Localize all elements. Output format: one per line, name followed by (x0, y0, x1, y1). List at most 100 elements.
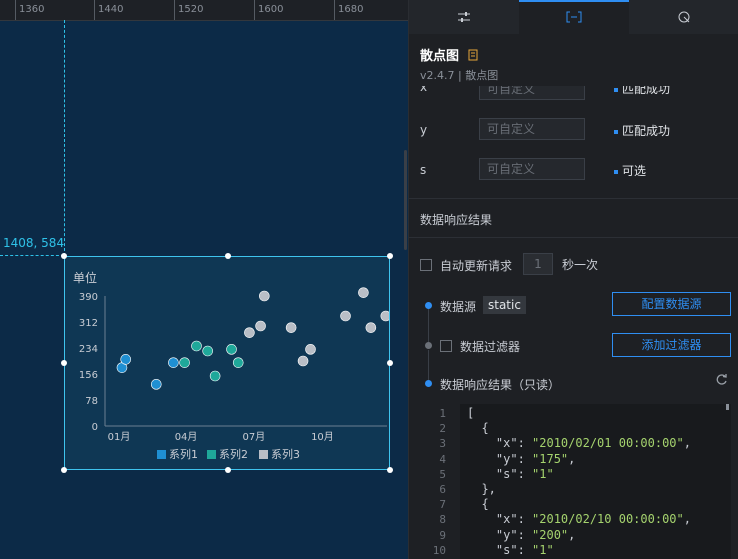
line-number-gutter: 1 2 3 4 5 6 7 8 9 10 (420, 404, 460, 559)
vertical-guide-line (64, 20, 65, 256)
line-number: 5 (439, 467, 446, 481)
field-y-status: 匹配成功 (614, 122, 670, 139)
code-line: "x": "2010/02/01 00:00:00", (467, 436, 691, 451)
scatter-point-3 (305, 344, 316, 355)
x-tick-label: 04月 (175, 431, 198, 443)
field-s-input[interactable]: 可自定义 (479, 158, 585, 180)
scatter-point-3 (380, 310, 392, 322)
resize-handle-bottom[interactable] (225, 467, 231, 473)
code-line: "s": "1" (467, 466, 554, 481)
line-number: 2 (439, 422, 446, 436)
scatter-point-3 (244, 327, 255, 338)
tab-settings[interactable] (409, 0, 519, 34)
resize-handle-left[interactable] (61, 360, 67, 366)
divider (409, 237, 738, 238)
settings-sliders-icon (458, 12, 470, 22)
scatter-point-3 (259, 290, 270, 302)
scatter-point-2 (226, 344, 237, 355)
resize-handle-bottom-right[interactable] (387, 467, 393, 473)
field-y-label: y (420, 123, 428, 137)
tab-interaction[interactable] (629, 0, 738, 34)
scatter-point-3 (297, 355, 309, 367)
timeline-line (428, 350, 429, 380)
code-line: "y": "200", (467, 527, 576, 542)
timeline-dot (425, 302, 432, 309)
code-line: }, (467, 482, 496, 496)
field-x-input[interactable]: 可自定义 (479, 86, 585, 100)
code-scrollbar[interactable] (726, 404, 729, 410)
config-panel: 散点图 v2.4.7 | 散点图 x 可自定义 匹配成功 y 可自定义 匹配成功… (408, 0, 738, 559)
section-title: 数据响应结果 (420, 213, 493, 227)
scatter-point-1 (120, 354, 132, 365)
scatter-chart-widget[interactable]: 单位 390 312 234 156 78 0 01月 04月 07月 10月 系列1 系列2 系列… (64, 256, 392, 470)
y-tick-label: 156 (79, 370, 98, 381)
filter-checkbox[interactable] (440, 340, 452, 352)
editor-canvas[interactable]: 1360 1440 1520 1600 1680 1408, 584 单位 39… (0, 0, 408, 559)
add-filter-button[interactable]: 添加过滤器 (612, 333, 731, 357)
data-bracket-icon (566, 11, 582, 23)
resize-handle-right[interactable] (387, 360, 393, 366)
component-title: 散点图 (420, 45, 478, 64)
horizontal-ruler: 1360 1440 1520 1600 1680 (0, 0, 408, 21)
scatter-point-3 (285, 322, 297, 333)
position-readout: 1408, 584 (3, 236, 65, 250)
line-number: 4 (439, 452, 446, 466)
document-icon[interactable] (468, 49, 478, 61)
interval-unit-label: 秒一次 (562, 258, 599, 272)
line-number: 7 (439, 498, 446, 512)
field-row-x: x 可自定义 匹配成功 (409, 86, 738, 100)
code-line: { (467, 497, 489, 512)
resize-handle-top-right[interactable] (387, 253, 393, 259)
line-number: 10 (432, 543, 446, 557)
resize-handle-bottom-left[interactable] (61, 467, 67, 473)
code-line: [ (467, 406, 475, 420)
field-x-status: 匹配成功 (614, 86, 670, 97)
configure-datasource-button[interactable]: 配置数据源 (612, 292, 731, 316)
x-tick-label: 10月 (311, 431, 334, 443)
scatter-point-2 (191, 340, 202, 352)
line-number: 9 (439, 528, 446, 542)
auto-update-checkbox[interactable] (420, 259, 432, 271)
refresh-icon[interactable] (715, 373, 728, 390)
scatter-point-2 (209, 370, 221, 382)
line-number: 3 (439, 437, 446, 451)
legend-label[interactable]: 系列2 (219, 447, 248, 461)
legend-label[interactable]: 系列3 (271, 447, 300, 461)
code-line: "s": "1" (467, 542, 554, 557)
line-number: 8 (439, 513, 446, 527)
panel-tabs (409, 0, 738, 34)
legend-label[interactable]: 系列1 (169, 447, 198, 461)
y-tick-label: 390 (79, 292, 98, 303)
canvas-scrollbar[interactable] (404, 150, 407, 250)
data-source-label: 数据源 (440, 300, 477, 314)
horizontal-guide-line (0, 255, 64, 256)
scatter-chart: 单位 390 312 234 156 78 0 01月 04月 07月 10月 系列1 系列2 系列… (73, 270, 392, 461)
y-tick-label: 312 (79, 318, 98, 329)
line-number: 1 (439, 407, 446, 420)
interval-input[interactable]: 1 (523, 253, 553, 275)
y-tick-label: 234 (79, 344, 98, 355)
field-y-input[interactable]: 可自定义 (479, 118, 585, 140)
line-number: 6 (439, 483, 446, 496)
code-line: "x": "2010/02/10 00:00:00", (467, 512, 691, 527)
json-code-viewer[interactable]: 1 2 3 4 5 6 7 8 9 10 [ { "x": "2010/02/01 00:00:0… (420, 404, 731, 559)
scatter-point-3 (255, 320, 266, 332)
scatter-point-2 (232, 357, 244, 368)
x-tick-label: 01月 (108, 431, 131, 443)
x-tick-label: 07月 (243, 431, 266, 443)
scatter-point-1 (150, 379, 162, 390)
tab-data[interactable] (519, 0, 629, 34)
scatter-point-1 (168, 357, 179, 368)
code-line: "y": "175", (467, 451, 576, 466)
response-result-label: 数据响应结果（只读） (440, 378, 561, 392)
legend-swatch (157, 450, 166, 459)
field-s-status: 可选 (614, 162, 646, 179)
code-line: { (467, 421, 489, 436)
timeline-line (428, 308, 429, 342)
legend-swatch (259, 450, 268, 459)
divider (409, 198, 738, 199)
auto-update-label: 自动更新请求 (440, 259, 513, 273)
resize-handle-top-left[interactable] (61, 253, 67, 259)
field-x-label: x (420, 86, 428, 94)
resize-handle-top[interactable] (225, 253, 231, 259)
